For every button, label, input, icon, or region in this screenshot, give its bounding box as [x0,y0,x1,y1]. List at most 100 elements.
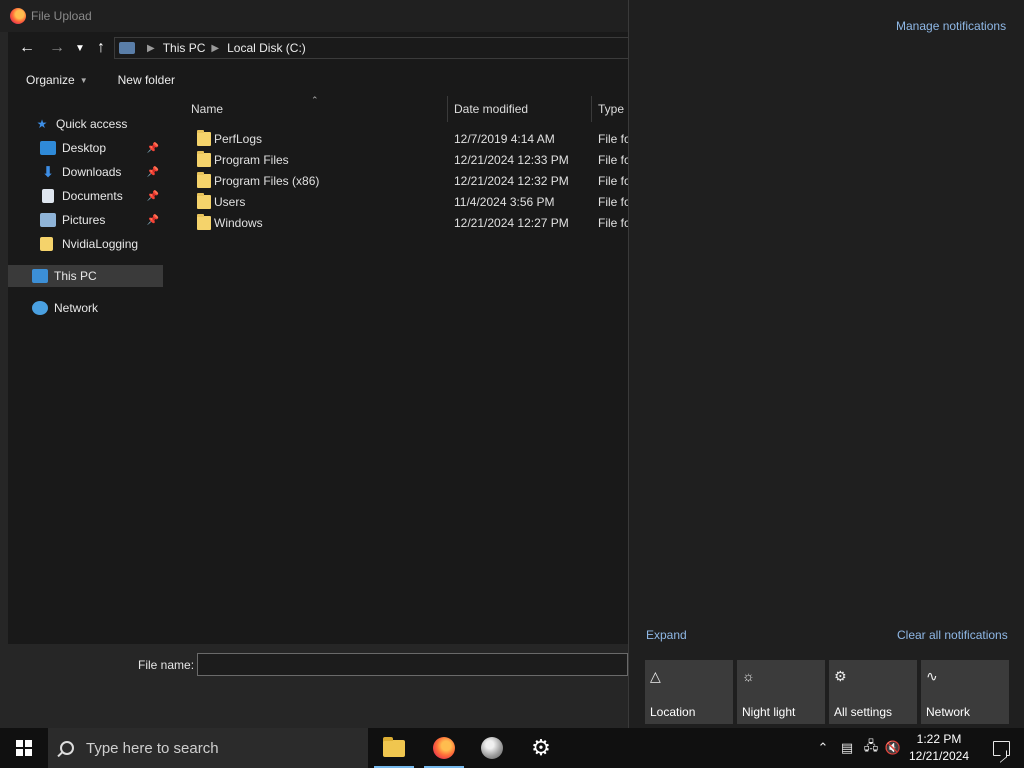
file-row-program-files-x86[interactable]: Program Files (x86) 12/21/2024 12:32 PM … [185,170,628,191]
folder-icon [197,192,211,209]
expand-link[interactable]: Expand [646,628,687,642]
folder-icon [197,171,211,188]
search-icon [60,741,74,755]
sidebar-item-label: This PC [54,269,97,283]
file-type: File folder [598,131,628,146]
column-header-type[interactable]: Type [592,96,628,122]
night-light-icon: ☼ [742,668,755,684]
settings-gear-icon: ⚙ [531,735,551,760]
breadcrumb-this-pc[interactable]: This PC [163,41,206,55]
new-folder-button[interactable]: New folder [98,73,185,87]
file-row-users[interactable]: Users 11/4/2024 3:56 PM File folder [185,191,628,212]
file-type: File folder [598,194,628,209]
sidebar-item-this-pc[interactable]: This PC [8,265,163,287]
pin-icon[interactable]: 📌 [147,191,159,202]
desktop-icon [40,141,56,155]
quick-action-location[interactable]: △ Location [645,660,733,724]
recent-locations-chevron-icon[interactable]: ▼ [72,35,88,61]
folder-icon [197,213,211,230]
quick-action-label: Network [926,705,971,719]
breadcrumb-separator-icon[interactable]: ▶ [211,43,219,54]
taskbar-search-box[interactable]: Type here to search [48,728,368,768]
pin-icon[interactable]: 📌 [147,167,159,178]
action-center: Manage notifications Expand Clear all no… [628,0,1024,728]
taskbar-app-settings[interactable]: ⚙ [517,728,565,768]
organize-label: Organize [26,73,75,87]
clock-date: 12/21/2024 [908,749,970,763]
sidebar-item-quick-access[interactable]: ★ Quick access [8,113,163,135]
file-upload-dialog: File Upload ← → ▼ ↑ ▶ This PC ▶ Local Di… [0,0,636,728]
sidebar-item-label: Network [54,301,99,315]
start-button[interactable] [0,728,48,768]
quick-action-label: All settings [834,705,893,719]
file-date: 12/21/2024 12:33 PM [454,152,569,167]
file-date: 12/7/2019 4:14 AM [454,131,555,146]
drive-icon [119,42,135,54]
quick-action-night-light[interactable]: ☼ Night light [737,660,825,724]
sidebar-item-desktop[interactable]: Desktop 📌 [8,137,163,159]
document-icon [42,189,54,203]
file-name-input[interactable] [197,653,628,676]
location-icon: △ [650,668,661,684]
quick-action-all-settings[interactable]: ⚙ All settings [829,660,917,724]
firefox-icon [433,737,455,759]
sidebar-item-label: NvidiaLogging [62,237,139,251]
manage-notifications-link[interactable]: Manage notifications [896,19,1006,33]
up-arrow-icon[interactable]: ↑ [88,35,114,61]
taskbar-app-browser[interactable] [468,728,516,768]
show-hidden-icons-chevron-icon[interactable]: ⌃ [814,728,832,768]
download-icon: ⬇ [41,164,55,181]
pin-icon[interactable]: 📌 [147,143,159,154]
dialog-toolbar: Organize ▼ New folder [8,64,628,96]
file-explorer-icon [383,736,405,757]
column-header-name[interactable]: Name [185,96,448,122]
sidebar-item-downloads[interactable]: ⬇ Downloads 📌 [8,161,163,183]
breadcrumb-local-disk[interactable]: Local Disk (C:) [227,41,306,55]
globe-app-icon [481,737,503,759]
taskbar-clock[interactable]: 1:22 PM 12/21/2024 [902,731,976,765]
file-date: 11/4/2024 3:56 PM [454,194,555,209]
security-tray-icon[interactable]: ▤ [836,728,858,768]
sidebar-item-pictures[interactable]: Pictures 📌 [8,209,163,231]
address-bar[interactable]: ▶ This PC ▶ Local Disk (C:) [114,37,630,59]
file-name: PerfLogs [214,131,263,146]
folder-icon [40,237,53,251]
file-name: Windows [214,215,263,230]
sidebar-item-network[interactable]: Network [8,297,163,319]
quick-action-network[interactable]: ∿ Network [921,660,1009,724]
forward-arrow-icon[interactable]: → [44,35,70,61]
notification-center-button[interactable] [978,728,1024,768]
file-type: File folder [598,173,628,188]
clock-time: 1:22 PM [916,732,962,746]
taskbar-app-firefox[interactable] [420,728,468,768]
network-icon [32,301,48,315]
volume-muted-icon[interactable]: 🔇 [884,728,902,768]
organize-button[interactable]: Organize ▼ [8,73,98,87]
file-name-bar: File name: [8,644,628,728]
network-tray-icon[interactable]: 🖧 [860,728,882,768]
sidebar-item-documents[interactable]: Documents 📌 [8,185,163,207]
file-row-perflogs[interactable]: PerfLogs 12/7/2019 4:14 AM File folder [185,128,628,149]
file-row-program-files[interactable]: Program Files 12/21/2024 12:33 PM File f… [185,149,628,170]
file-date: 12/21/2024 12:27 PM [454,215,569,230]
folder-icon [197,150,211,167]
file-name: Users [214,194,246,209]
pin-icon[interactable]: 📌 [147,215,159,226]
dialog-titlebar: File Upload [0,0,636,32]
file-name: Program Files (x86) [214,173,320,188]
file-row-windows[interactable]: Windows 12/21/2024 12:27 PM File folder [185,212,628,233]
back-arrow-icon[interactable]: ← [14,35,40,61]
sidebar-item-label: Pictures [62,213,106,227]
column-header-date-modified[interactable]: Date modified [448,96,592,122]
file-type: File folder [598,215,628,230]
taskbar-app-file-explorer[interactable] [370,728,418,768]
clear-all-notifications-link[interactable]: Clear all notifications [897,628,1008,642]
sidebar-item-nvidialogging[interactable]: NvidiaLogging [8,233,163,255]
breadcrumb-separator-icon[interactable]: ▶ [147,43,155,54]
search-placeholder: Type here to search [86,739,219,757]
file-name-label: File name: [138,658,195,672]
taskbar: Type here to search ⚙ ⌃ ▤ 🖧 🔇 1:22 PM 12… [0,728,1024,768]
quick-action-label: Night light [742,705,796,719]
file-date: 12/21/2024 12:32 PM [454,173,569,188]
dialog-title: File Upload [31,9,92,23]
